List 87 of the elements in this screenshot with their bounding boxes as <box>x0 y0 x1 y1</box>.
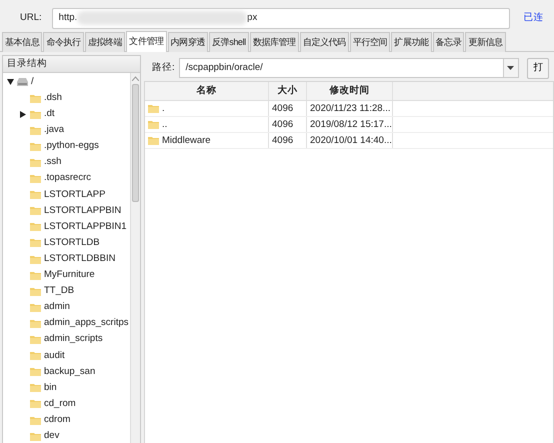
tab[interactable]: 备忘录 <box>432 32 464 52</box>
folder-icon <box>30 416 41 425</box>
table-cell-text: 4096 <box>272 118 294 132</box>
folder-icon <box>30 318 41 328</box>
tree-item[interactable]: .java <box>44 123 64 138</box>
tab[interactable]: 内网穿透 <box>168 32 208 52</box>
tree-item[interactable]: LSTORTLAPPBIN1 <box>44 220 127 234</box>
folder-icon <box>30 174 41 184</box>
tree-item[interactable]: LSTORTLDB <box>44 236 100 250</box>
folder-icon <box>30 222 41 232</box>
tree-item[interactable]: LSTORTLDBBIN <box>44 252 116 266</box>
scroll-thumb[interactable] <box>132 84 139 202</box>
drive-icon <box>17 78 28 86</box>
table-cell-text: 4096 <box>272 102 294 116</box>
tree-item[interactable]: MyFurniture <box>44 268 95 282</box>
tab[interactable]: 更新信息 <box>465 32 506 52</box>
folder-icon <box>30 238 41 248</box>
tab[interactable]: 数据库管理 <box>250 32 299 52</box>
folder-icon <box>30 190 41 200</box>
folder-icon <box>30 351 41 360</box>
folder-icon <box>30 126 41 135</box>
folder-icon <box>148 136 159 145</box>
column-header[interactable]: 大小 <box>269 82 307 100</box>
tree-item[interactable]: backup_san <box>44 364 96 379</box>
path-label: 路径: <box>152 60 175 75</box>
tab[interactable]: 基本信息 <box>2 32 42 52</box>
connection-status: 已连 <box>524 10 544 25</box>
tree-item[interactable]: .dsh <box>44 91 62 106</box>
tree-item[interactable]: admin <box>44 300 70 314</box>
folder-icon <box>30 142 41 151</box>
tab[interactable]: 自定义代码 <box>300 32 349 52</box>
tab[interactable]: 命令执行 <box>43 32 84 52</box>
url-text: px <box>247 10 258 25</box>
tree-item[interactable]: cd_rom <box>44 396 76 412</box>
table-cell-text: 4096 <box>272 134 294 148</box>
tree-item[interactable]: admin_scripts <box>44 332 103 347</box>
tree-item[interactable]: bin <box>44 380 57 395</box>
folder-icon <box>30 110 41 119</box>
panel-title: 目录结构 <box>3 56 140 73</box>
column-header[interactable]: 名称 <box>145 82 269 100</box>
scrollbar[interactable] <box>130 73 140 443</box>
tree-item[interactable]: .topasrecrc <box>44 171 91 186</box>
collapsed-caret-icon[interactable] <box>20 110 26 118</box>
folder-icon <box>30 302 41 312</box>
tree-item[interactable]: LSTORTLAPP <box>44 188 106 202</box>
tree-item[interactable]: LSTORTLAPPBIN <box>44 204 122 218</box>
folder-icon <box>30 399 41 408</box>
table-cell-text: 2020/10/01 14:40... <box>310 134 392 148</box>
table-cell-text: 2019/08/12 15:17... <box>310 118 392 132</box>
folder-icon <box>30 286 41 296</box>
folder-icon <box>148 120 159 129</box>
tab[interactable]: 平行空间 <box>350 32 390 52</box>
tab[interactable]: 虚拟终端 <box>84 32 126 52</box>
tab[interactable]: 扩展功能 <box>391 32 432 52</box>
folder-icon <box>30 335 41 344</box>
column-header[interactable]: 修改时间 <box>307 82 393 100</box>
file-name[interactable]: .. <box>162 116 168 132</box>
tree-item[interactable]: dev <box>44 428 60 443</box>
url-text: http. <box>58 10 78 25</box>
tree-item[interactable]: TT_DB <box>44 284 74 298</box>
tab[interactable]: 文件管理 <box>126 31 167 52</box>
tree-item[interactable]: / <box>31 74 34 90</box>
folder-icon <box>30 206 41 216</box>
folder-icon <box>30 158 41 168</box>
tree-item[interactable]: .dt <box>44 107 55 122</box>
url-field[interactable]: http. px <box>52 8 510 28</box>
tree-item[interactable]: .ssh <box>44 155 62 170</box>
open-button[interactable]: 打 <box>526 58 549 78</box>
expanded-caret-icon[interactable] <box>7 79 14 86</box>
folder-icon <box>148 104 159 113</box>
file-name[interactable]: . <box>162 100 165 116</box>
url-label: URL: <box>20 10 42 25</box>
dropdown-caret-icon[interactable] <box>507 66 514 70</box>
tab[interactable]: 反弹shell <box>209 32 249 52</box>
folder-icon <box>30 367 41 376</box>
file-name[interactable]: Middleware <box>162 132 211 148</box>
tree-item[interactable]: cdrom <box>44 412 70 428</box>
tree-item[interactable]: audit <box>44 348 65 363</box>
folder-icon <box>30 254 41 264</box>
path-field[interactable]: /scpappbin/oracle/ <box>178 58 519 78</box>
folder-icon <box>30 432 41 441</box>
table-cell-text: 2020/11/23 11:28... <box>310 102 390 116</box>
folder-icon <box>30 270 41 280</box>
tree-item[interactable]: admin_apps_scritps <box>44 316 128 331</box>
tree-item[interactable]: .python-eggs <box>44 139 99 154</box>
folder-icon <box>30 94 41 103</box>
folder-icon <box>30 383 41 392</box>
